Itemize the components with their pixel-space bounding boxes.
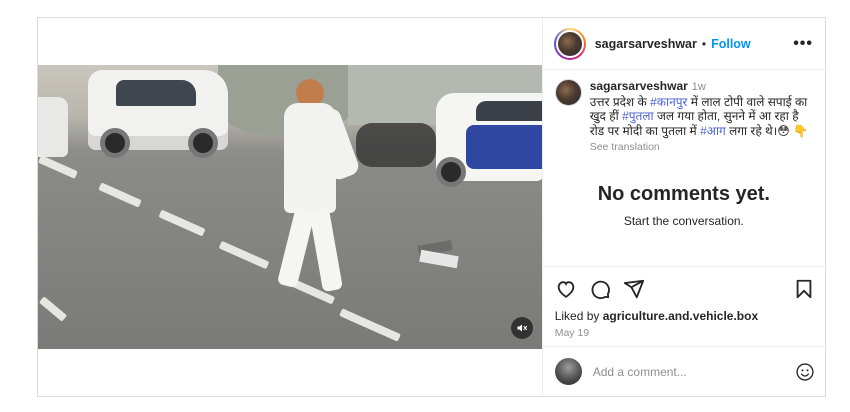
lane-mark — [158, 209, 206, 237]
separator-dot: • — [701, 36, 707, 51]
hashtag-link[interactable]: #पुतला — [622, 109, 654, 123]
lane-mark — [218, 240, 270, 270]
smiley-icon[interactable] — [795, 362, 815, 382]
caption-avatar[interactable] — [554, 79, 582, 106]
share-icon[interactable] — [623, 278, 645, 300]
caption-time[interactable]: 1w — [692, 81, 706, 93]
bookmark-icon[interactable] — [793, 278, 815, 300]
video-player[interactable] — [38, 65, 543, 349]
man-in-white — [270, 79, 362, 299]
avatar[interactable] — [553, 27, 586, 60]
viewer-avatar — [554, 358, 582, 385]
caption: sagarsarveshwar 1w उत्तर प्रदेश के #कानपु… — [543, 70, 825, 155]
lane-mark — [38, 155, 78, 179]
comment-composer — [542, 346, 827, 396]
caption-text: sagarsarveshwar 1w उत्तर प्रदेश के #कानपु… — [590, 79, 813, 155]
caption-part: उत्तर प्रदेश के — [589, 94, 651, 109]
white-suv — [88, 70, 228, 158]
empty-comments-title: No comments yet. — [597, 182, 770, 205]
caption-emojis: 😳 👇 — [777, 123, 809, 138]
hashtag-link[interactable]: #आग — [700, 124, 726, 138]
see-translation-link[interactable]: See translation — [590, 140, 813, 155]
muted-speaker-icon[interactable] — [511, 317, 533, 339]
author-username[interactable]: sagarsarveshwar — [595, 37, 697, 51]
more-options-icon[interactable]: ••• — [793, 35, 813, 53]
white-car-left — [38, 97, 68, 157]
caption-username[interactable]: sagarsarveshwar — [590, 79, 688, 93]
lane-mark — [38, 296, 68, 322]
lane-mark — [98, 182, 142, 208]
empty-comments-subtitle: Start the conversation. — [623, 213, 744, 228]
post-media — [38, 18, 543, 396]
motorbikes — [356, 123, 436, 167]
heart-icon[interactable] — [555, 278, 577, 300]
follow-button[interactable]: Follow — [711, 37, 751, 51]
hashtag-link[interactable]: #कानपुर — [650, 95, 687, 109]
action-bar: Liked by agriculture.and.vehicle.box May… — [542, 266, 827, 339]
comment-icon[interactable] — [589, 278, 611, 300]
caption-part: लगा रहे थे। — [725, 123, 778, 138]
liked-by: Liked by agriculture.and.vehicle.box — [555, 309, 815, 323]
empty-comments: No comments yet. Start the conversation. — [543, 183, 825, 228]
police-van — [436, 93, 543, 187]
instagram-post: sagarsarveshwar • Follow ••• sagarsarves… — [37, 17, 827, 397]
liked-prefix: Liked by — [554, 309, 603, 323]
post-sidebar: sagarsarveshwar • Follow ••• sagarsarves… — [541, 18, 827, 396]
liked-by-user[interactable]: agriculture.and.vehicle.box — [603, 309, 758, 323]
lane-mark — [339, 308, 401, 342]
comment-input[interactable] — [592, 364, 783, 379]
post-date[interactable]: May 19 — [555, 327, 815, 339]
post-header: sagarsarveshwar • Follow ••• — [542, 18, 825, 70]
